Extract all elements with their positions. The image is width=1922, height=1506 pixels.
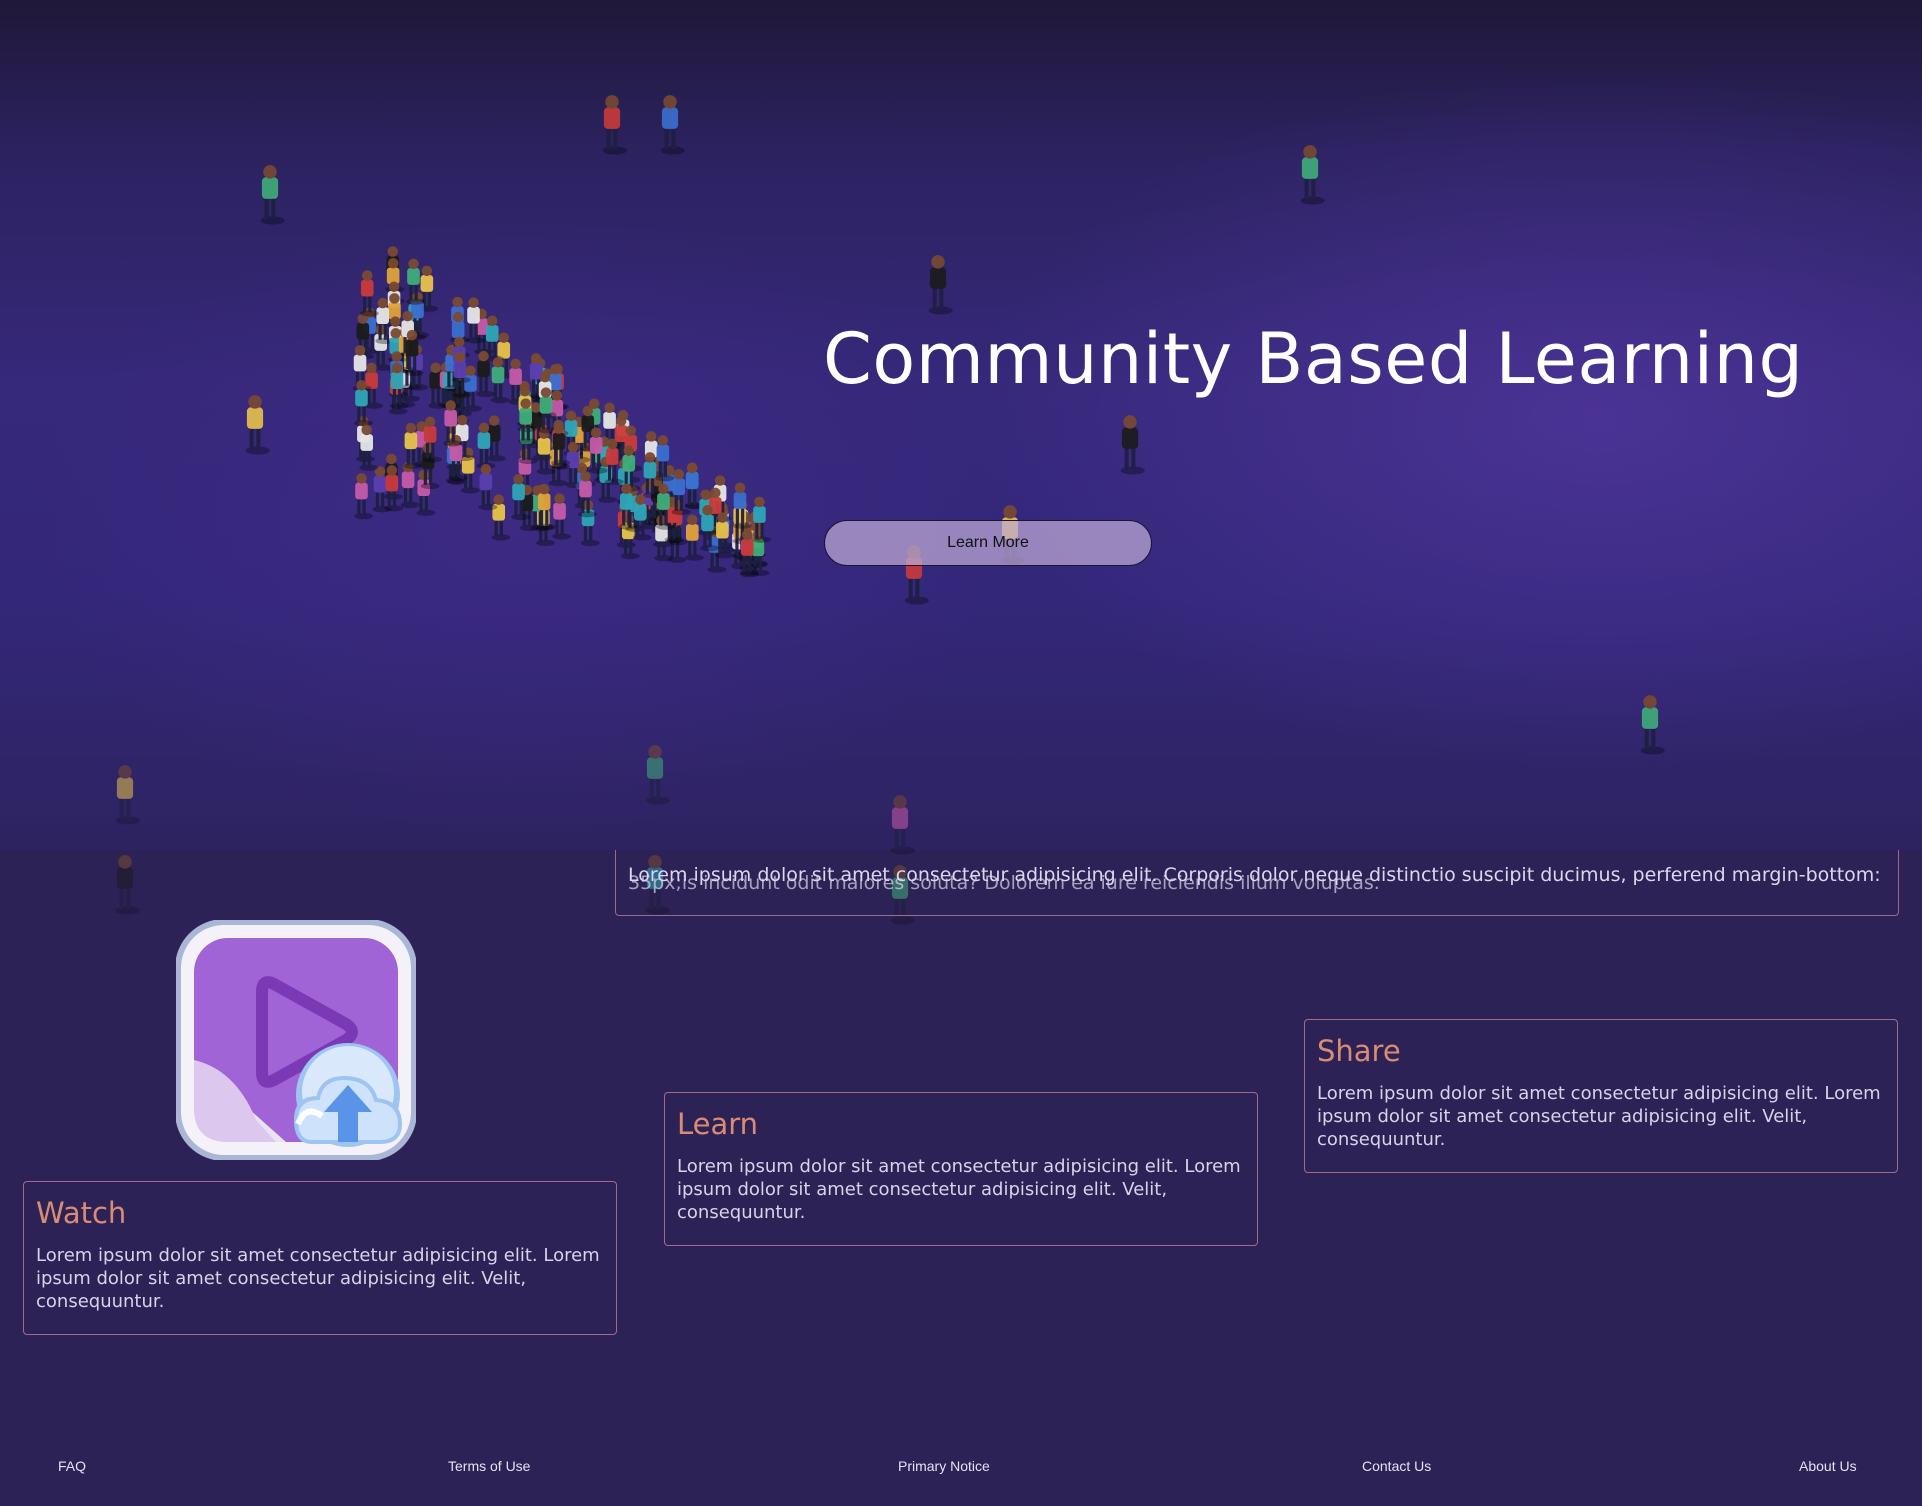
feature-card-learn: Learn Lorem ipsum dolor sit amet consect… [664,1092,1258,1246]
learn-more-button[interactable]: Learn More [824,520,1152,566]
feature-card-share: Share Lorem ipsum dolor sit amet consect… [1304,1019,1898,1173]
footer-link-faq[interactable]: FAQ [58,1458,86,1474]
feature-body: Lorem ipsum dolor sit amet consectetur a… [36,1245,600,1312]
footer-link-terms[interactable]: Terms of Use [448,1458,530,1474]
feature-title: Learn [677,1107,759,1141]
footer-link-contact[interactable]: Contact Us [1362,1458,1431,1474]
feature-card-watch: Watch Lorem ipsum dolor sit amet consect… [23,1181,617,1335]
crowd-illustration [115,95,1665,925]
feature-title: Watch [36,1196,127,1230]
intro-text-box: 35px;is incidunt odit maiores soluta? Do… [615,850,1899,916]
hero-section: Community Based Learning Learn More [0,0,1922,925]
intro-text: Lorem ipsum dolor sit amet consectetur a… [628,864,1881,886]
video-upload-icon [176,920,416,1160]
feature-title: Share [1317,1034,1401,1068]
footer-nav: FAQ Terms of Use Primary Notice Contact … [0,1458,1922,1478]
footer-link-privacy[interactable]: Primary Notice [898,1458,990,1474]
hero-title: Community Based Learning [823,318,1804,400]
landing-page: Community Based Learning Learn More 35px… [0,0,1922,1506]
feature-body: Lorem ipsum dolor sit amet consectetur a… [1317,1083,1881,1150]
feature-body: Lorem ipsum dolor sit amet consectetur a… [677,1156,1241,1223]
footer-link-about[interactable]: About Us [1799,1458,1857,1474]
